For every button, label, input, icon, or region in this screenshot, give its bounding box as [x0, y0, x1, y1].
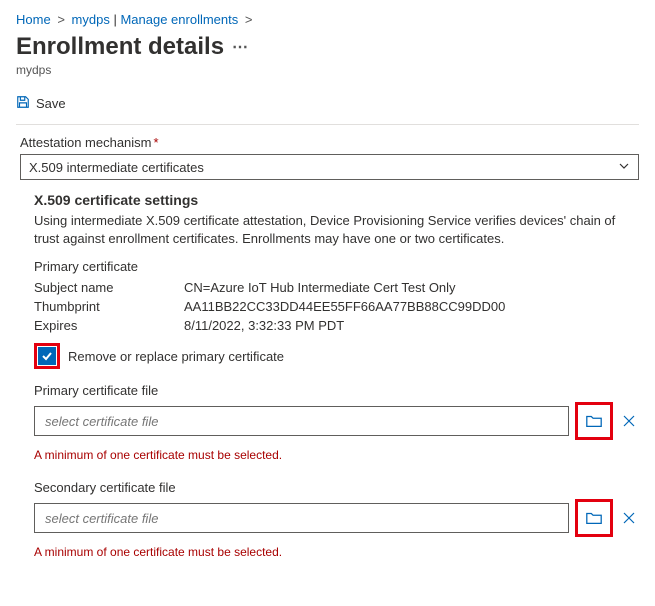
expires-label: Expires — [34, 318, 184, 333]
save-icon[interactable] — [16, 95, 30, 112]
x509-settings-desc: Using intermediate X.509 certificate att… — [34, 212, 639, 247]
highlight-checkbox — [34, 343, 60, 369]
page-subtitle: mydps — [16, 63, 639, 77]
secondary-browse-button[interactable] — [579, 503, 609, 533]
highlight-secondary-folder — [575, 499, 613, 537]
attestation-dropdown[interactable]: X.509 intermediate certificates — [20, 154, 639, 180]
more-icon[interactable]: ⋯ — [232, 37, 249, 57]
attestation-label: Attestation mechanism* — [20, 135, 639, 150]
chevron-right-icon: > — [57, 12, 65, 27]
attestation-value: X.509 intermediate certificates — [29, 160, 204, 175]
save-button[interactable]: Save — [36, 96, 66, 111]
chevron-down-icon — [618, 160, 630, 175]
breadcrumb-home[interactable]: Home — [16, 12, 51, 27]
secondary-file-input[interactable]: select certificate file — [34, 503, 569, 533]
breadcrumb-page[interactable]: Manage enrollments — [120, 12, 238, 27]
secondary-clear-button[interactable] — [619, 508, 639, 528]
expires-value: 8/11/2022, 3:32:33 PM PDT — [184, 318, 639, 333]
page-title: Enrollment details ⋯ — [16, 33, 639, 61]
primary-cert-heading: Primary certificate — [34, 259, 639, 274]
primary-file-label: Primary certificate file — [34, 383, 639, 398]
highlight-primary-folder — [575, 402, 613, 440]
remove-replace-label: Remove or replace primary certificate — [68, 349, 284, 364]
thumbprint-value: AA11BB22CC33DD44EE55FF66AA77BB88CC99DD00 — [184, 299, 639, 314]
thumbprint-label: Thumbprint — [34, 299, 184, 314]
primary-error-text: A minimum of one certificate must be sel… — [34, 448, 639, 462]
subject-name-label: Subject name — [34, 280, 184, 295]
divider — [16, 124, 639, 125]
expires-row: Expires 8/11/2022, 3:32:33 PM PDT — [34, 318, 639, 333]
toolbar: Save — [16, 91, 639, 120]
secondary-error-text: A minimum of one certificate must be sel… — [34, 545, 639, 559]
chevron-right-icon: > — [245, 12, 253, 27]
x509-settings-title: X.509 certificate settings — [34, 192, 639, 208]
page-title-text: Enrollment details — [16, 33, 224, 61]
primary-browse-button[interactable] — [579, 406, 609, 436]
subject-name-value: CN=Azure IoT Hub Intermediate Cert Test … — [184, 280, 639, 295]
thumbprint-row: Thumbprint AA11BB22CC33DD44EE55FF66AA77B… — [34, 299, 639, 314]
secondary-file-label: Secondary certificate file — [34, 480, 639, 495]
breadcrumb: Home > mydps | Manage enrollments > — [16, 12, 639, 27]
primary-clear-button[interactable] — [619, 411, 639, 431]
subject-name-row: Subject name CN=Azure IoT Hub Intermedia… — [34, 280, 639, 295]
remove-replace-checkbox[interactable] — [38, 347, 56, 365]
breadcrumb-resource[interactable]: mydps — [72, 12, 110, 27]
primary-file-input[interactable]: select certificate file — [34, 406, 569, 436]
